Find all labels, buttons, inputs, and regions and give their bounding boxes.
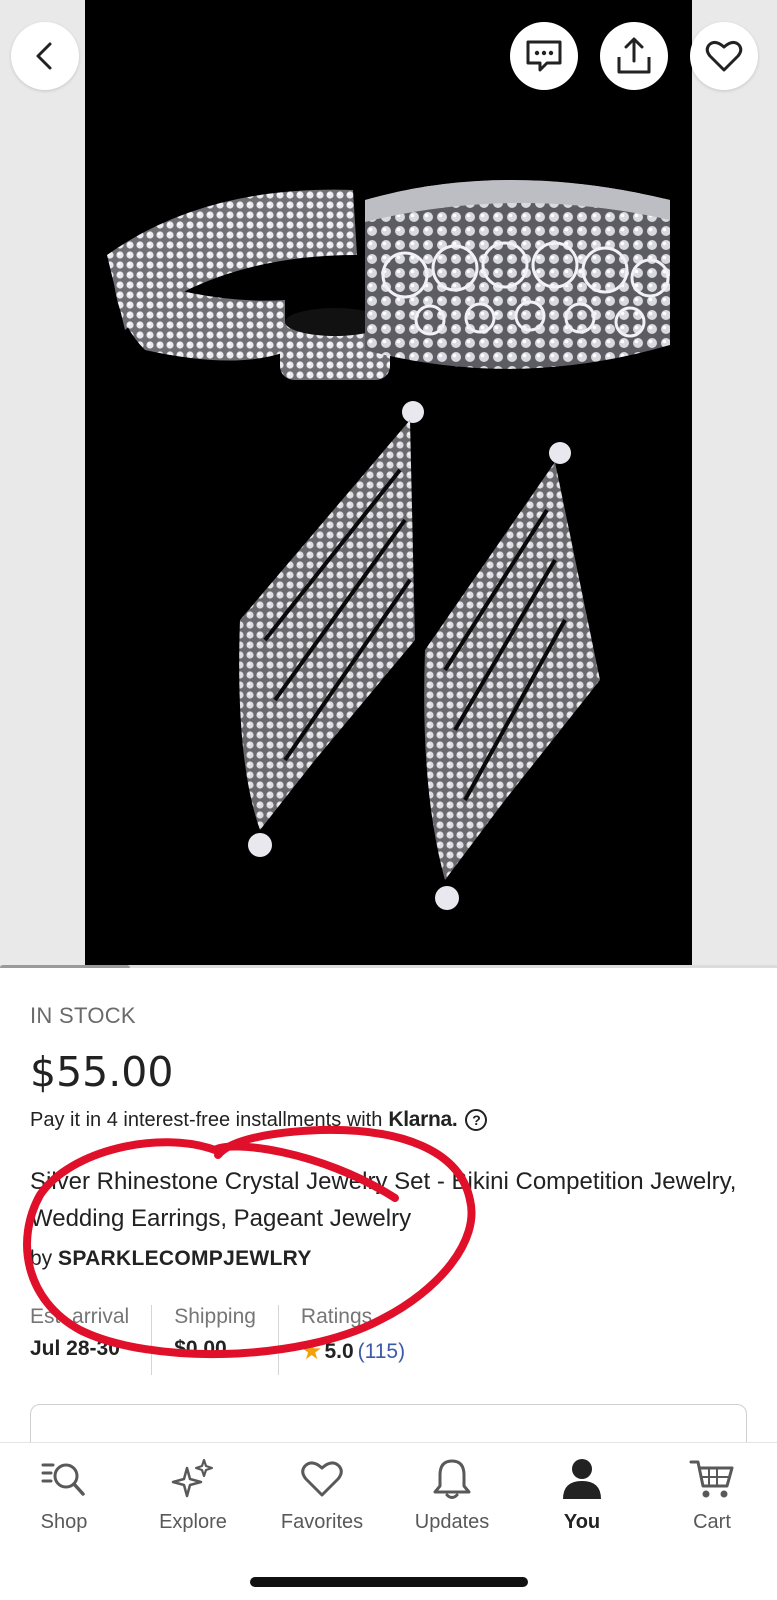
product-image-gallery[interactable] [0, 0, 777, 968]
nav-item-explore[interactable]: Explore [133, 1455, 253, 1534]
shop-name-link[interactable]: SPARKLECOMPJEWLRY [58, 1247, 312, 1270]
chevron-left-icon [36, 42, 52, 70]
nav-label-updates: Updates [414, 1511, 490, 1533]
search-icon [40, 1455, 88, 1503]
nav-label-favorites: Favorites [280, 1511, 364, 1533]
product-photo[interactable] [85, 0, 692, 968]
nav-label-explore: Explore [159, 1511, 227, 1533]
bell-icon [428, 1455, 476, 1503]
share-icon [617, 37, 651, 74]
person-icon [558, 1455, 606, 1503]
nav-label-cart: Cart [693, 1511, 731, 1533]
ratings-count-link[interactable]: (115) [358, 1340, 405, 1364]
help-icon[interactable]: ? [465, 1109, 488, 1131]
stock-status: IN STOCK [30, 1003, 136, 1028]
message-seller-button[interactable] [510, 22, 578, 90]
back-button[interactable] [11, 22, 79, 90]
jewelry-illustration [107, 180, 670, 910]
stat-shipping[interactable]: Shipping $0.00 [174, 1305, 279, 1375]
installments-text: Pay it in 4 interest-free installments w… [30, 1108, 383, 1131]
ratings-value-row: ★ 5.0 (115) [301, 1337, 405, 1366]
favorite-button[interactable] [690, 22, 758, 90]
home-indicator [250, 1577, 528, 1587]
earring-right [424, 442, 600, 910]
message-icon [526, 40, 562, 72]
stat-arrival: Est. arrival Jul 28-30 [30, 1305, 153, 1375]
product-price: $55.00 [30, 1048, 174, 1096]
shipping-label: Shipping [174, 1305, 256, 1328]
nav-item-you[interactable]: You [522, 1455, 642, 1534]
bracelet-stack [107, 189, 390, 380]
by-prefix: by [30, 1247, 53, 1270]
nav-item-shop[interactable]: Shop [4, 1455, 124, 1534]
nav-item-favorites[interactable]: Favorites [262, 1455, 382, 1534]
earring-left [239, 401, 424, 857]
product-stats: Est. arrival Jul 28-30 Shipping $0.00 Ra… [30, 1305, 449, 1375]
gallery-scroll-thumb[interactable] [0, 965, 130, 968]
nav-label-you: You [563, 1511, 601, 1533]
ratings-score: 5.0 [324, 1339, 354, 1363]
klarna-installments[interactable]: Pay it in 4 interest-free installments w… [30, 1108, 488, 1132]
klarna-logo: Klarna. [388, 1108, 458, 1131]
arrival-value: Jul 28-30 [30, 1337, 120, 1360]
nav-item-updates[interactable]: Updates [392, 1455, 512, 1534]
ratings-label: Ratings [300, 1305, 373, 1328]
share-button[interactable] [600, 22, 668, 90]
cart-icon [688, 1455, 736, 1503]
sparkle-icon [169, 1455, 217, 1503]
shop-byline[interactable]: by SPARKLECOMPJEWLRY [30, 1247, 312, 1271]
heart-icon [298, 1455, 346, 1503]
nav-item-cart[interactable]: Cart [652, 1455, 772, 1534]
stat-ratings[interactable]: Ratings ★ 5.0 (115) [301, 1305, 427, 1375]
star-icon: ★ [300, 1338, 323, 1365]
nav-label-shop: Shop [40, 1511, 88, 1533]
arrival-label: Est. arrival [30, 1305, 130, 1328]
shipping-value: $0.00 [174, 1337, 227, 1360]
heart-icon [705, 40, 743, 72]
cuff-bracelet [365, 180, 670, 369]
product-title: Silver Rhinestone Crystal Jewelry Set - … [30, 1168, 737, 1232]
